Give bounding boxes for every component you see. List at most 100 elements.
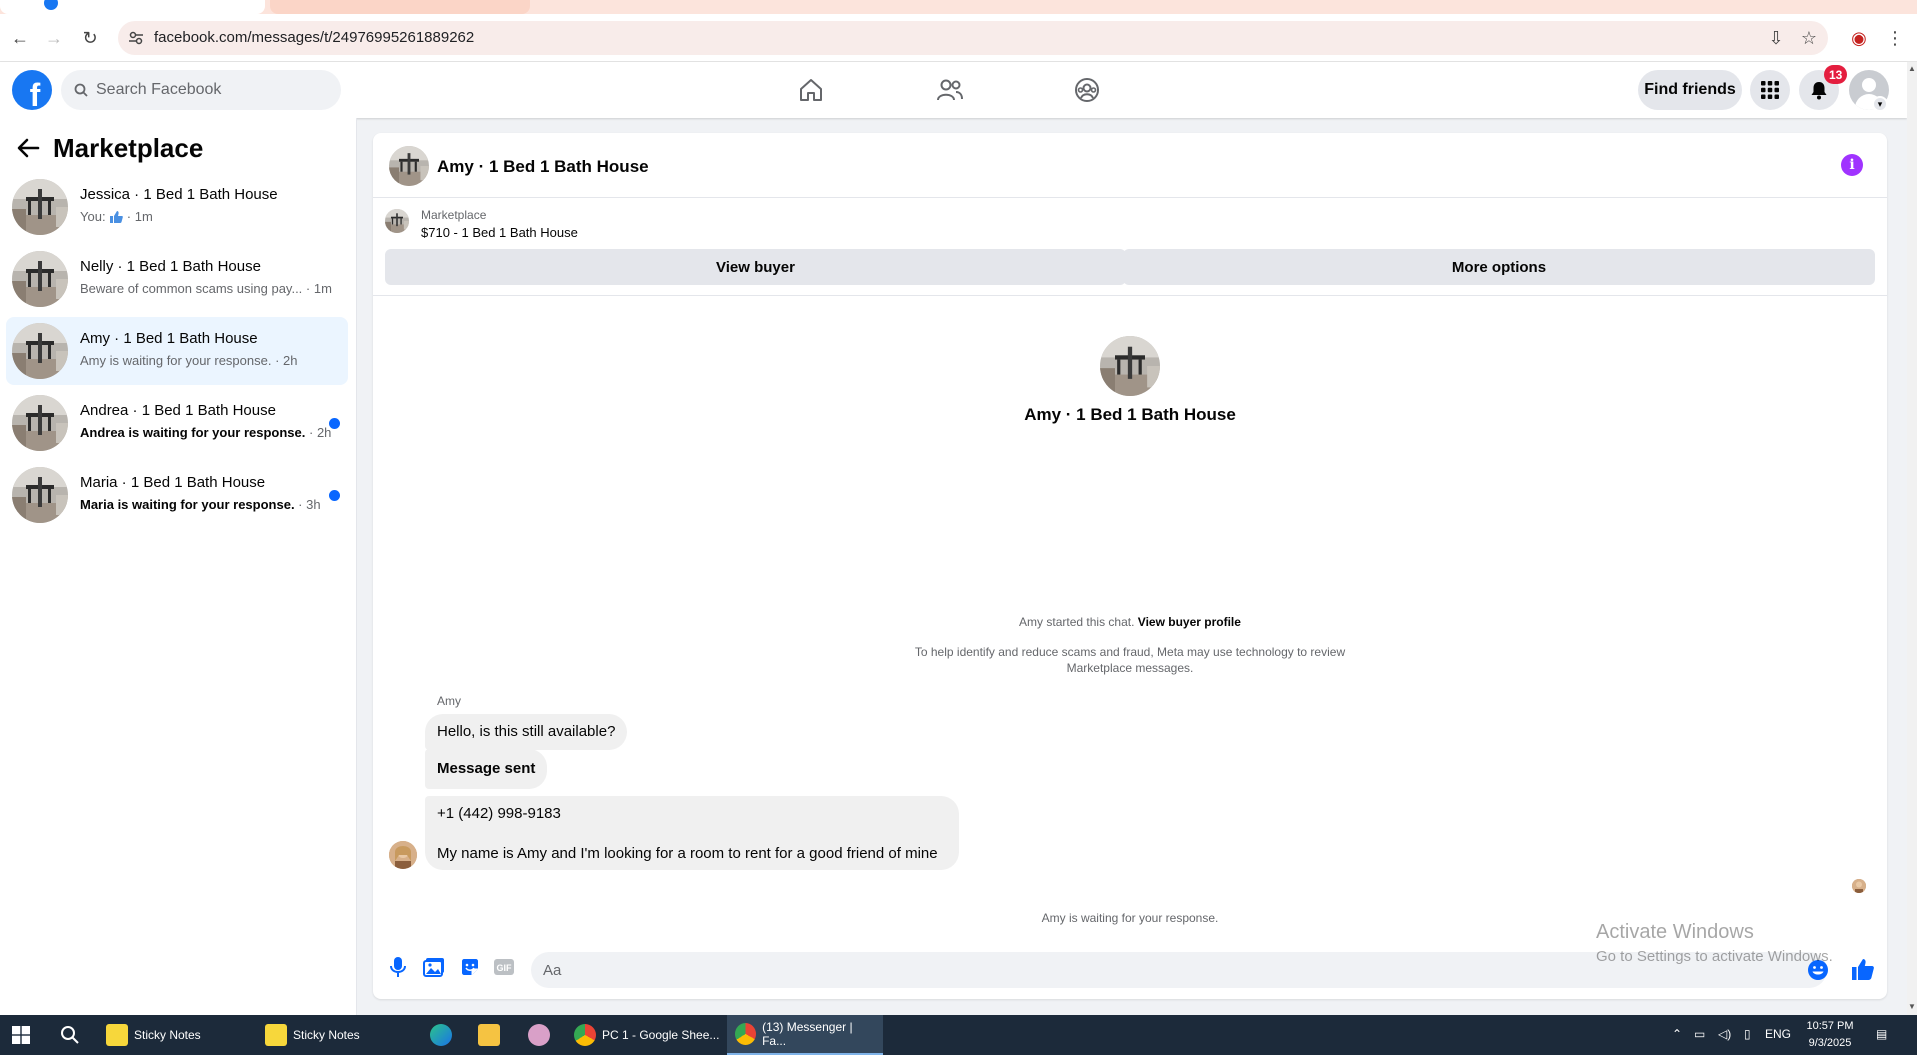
- sender-avatar[interactable]: [389, 841, 417, 869]
- friends-icon[interactable]: [932, 72, 968, 108]
- listing-price[interactable]: $710 - 1 Bed 1 Bath House: [421, 225, 578, 240]
- forward-icon[interactable]: →: [40, 24, 68, 52]
- message-bubble[interactable]: +1 (442) 998-9183 My name is Amy and I'm…: [425, 796, 959, 870]
- search-icon: [74, 83, 88, 97]
- notification-center-icon[interactable]: ▤: [1876, 1027, 1887, 1041]
- gif-icon[interactable]: GIF: [493, 956, 515, 978]
- message-line: My name is Amy and I'm looking for a roo…: [437, 845, 938, 862]
- chrome-icon: [735, 1023, 757, 1045]
- chat-panel: Amy · 1 Bed 1 Bath House i Marketplace $…: [373, 133, 1887, 999]
- view-buyer-profile-link[interactable]: View buyer profile: [1138, 615, 1241, 629]
- network-icon[interactable]: ▭: [1694, 1027, 1705, 1041]
- listing-thumbnail: [12, 323, 68, 379]
- conversation-item[interactable]: Jessica · 1 Bed 1 Bath House You: · 1m: [6, 173, 348, 241]
- taskbar-app-sticky-notes[interactable]: Sticky Notes: [106, 1015, 201, 1055]
- view-buyer-button[interactable]: View buyer: [385, 249, 1126, 285]
- conversation-item[interactable]: Andrea · 1 Bed 1 Bath House Andrea is wa…: [6, 389, 348, 457]
- groups-icon[interactable]: [1069, 72, 1105, 108]
- page-scrollbar[interactable]: ▲ ▼: [1907, 62, 1917, 1015]
- listing-thumbnail: [385, 209, 409, 233]
- taskbar-app-edge[interactable]: [430, 1015, 458, 1055]
- taskbar-app-file-explorer[interactable]: [478, 1015, 506, 1055]
- sender-name: Amy: [437, 694, 461, 708]
- bookmark-star-icon[interactable]: ☆: [1795, 24, 1823, 52]
- chat-avatar[interactable]: [389, 146, 429, 186]
- conversation-name: Jessica · 1 Bed 1 Bath House: [80, 186, 278, 203]
- conversation-name: Nelly · 1 Bed 1 Bath House: [80, 258, 261, 275]
- conversation-preview: Andrea is waiting for your response. · 2…: [80, 425, 332, 440]
- conversation-name: Maria · 1 Bed 1 Bath House: [80, 474, 266, 491]
- microphone-icon[interactable]: [387, 956, 409, 978]
- message-bubble[interactable]: Hello, is this still available?: [425, 714, 628, 750]
- listing-bar: Marketplace $710 - 1 Bed 1 Bath House Vi…: [373, 199, 1887, 296]
- menu-grid-icon[interactable]: [1750, 70, 1790, 110]
- profile-icon[interactable]: ◉: [1845, 24, 1873, 52]
- clock-time: 10:57 PM: [1806, 1020, 1854, 1032]
- browser-tab[interactable]: [270, 0, 530, 14]
- taskbar-app-paint[interactable]: [528, 1015, 556, 1055]
- windows-start-icon[interactable]: [12, 1026, 30, 1044]
- windows-taskbar: Sticky Notes Sticky Notes PC 1 - Google …: [0, 1015, 1917, 1055]
- clock-date: 9/3/2025: [1808, 1037, 1852, 1049]
- find-friends-button[interactable]: Find friends: [1638, 70, 1742, 110]
- address-bar[interactable]: facebook.com/messages/t/2497699526188926…: [118, 21, 1828, 55]
- back-arrow-icon[interactable]: [14, 136, 42, 160]
- thumbs-up-icon: [110, 211, 124, 223]
- profile-avatar[interactable]: [1100, 336, 1160, 396]
- sticky-notes-icon: [106, 1024, 128, 1046]
- scroll-down-icon[interactable]: ▼: [1908, 1002, 1916, 1011]
- install-app-icon[interactable]: ⇩: [1762, 24, 1790, 52]
- back-icon[interactable]: ←: [6, 24, 34, 52]
- taskbar-app-chrome-sheets[interactable]: PC 1 - Google Shee...: [574, 1015, 719, 1055]
- site-settings-icon[interactable]: [128, 30, 144, 46]
- taskbar-app-chrome-messenger[interactable]: (13) Messenger | Fa...: [727, 1015, 883, 1055]
- taskbar-clock[interactable]: 10:57 PM 9/3/2025: [1790, 1018, 1870, 1052]
- browser-tab[interactable]: [0, 0, 265, 14]
- chat-title[interactable]: Amy · 1 Bed 1 Bath House: [437, 157, 649, 177]
- conversation-preview: Beware of common scams using pay... · 1m: [80, 281, 332, 296]
- taskbar-app-sticky-notes[interactable]: Sticky Notes: [265, 1015, 360, 1055]
- listing-thumbnail: [12, 251, 68, 307]
- info-icon[interactable]: i: [1841, 154, 1863, 176]
- url-text[interactable]: facebook.com/messages/t/2497699526188926…: [154, 29, 474, 46]
- browser-tabstrip: [0, 0, 1917, 14]
- tray-chevron-up-icon[interactable]: ⌃: [1672, 1027, 1682, 1041]
- listing-source: Marketplace: [421, 208, 487, 222]
- like-thumbs-up-icon[interactable]: [1851, 957, 1875, 981]
- battery-icon[interactable]: ▯: [1744, 1027, 1751, 1041]
- edge-icon: [430, 1024, 452, 1046]
- reload-icon[interactable]: ↻: [76, 24, 104, 52]
- conversation-item[interactable]: Maria · 1 Bed 1 Bath House Maria is wait…: [6, 461, 348, 529]
- chat-header: Amy · 1 Bed 1 Bath House i: [373, 133, 1887, 198]
- facebook-logo[interactable]: f: [12, 70, 52, 110]
- seen-avatar: [1852, 879, 1866, 893]
- notification-badge: 13: [1824, 65, 1848, 84]
- sticky-notes-icon: [265, 1024, 287, 1046]
- svg-text:GIF: GIF: [497, 963, 513, 973]
- profile-name: Amy · 1 Bed 1 Bath House: [1024, 405, 1236, 424]
- listing-thumbnail: [12, 179, 68, 235]
- home-icon[interactable]: [793, 72, 829, 108]
- conversation-preview: Maria is waiting for your response. · 3h: [80, 497, 321, 512]
- message-bubble[interactable]: Message sent: [425, 749, 548, 789]
- volume-icon[interactable]: ◁): [1718, 1027, 1731, 1041]
- photo-icon[interactable]: [423, 956, 445, 978]
- paint-icon: [528, 1024, 550, 1046]
- language-indicator[interactable]: ENG: [1765, 1027, 1791, 1041]
- chrome-menu-icon[interactable]: ⋮: [1881, 24, 1909, 52]
- conversation-item-active[interactable]: Amy · 1 Bed 1 Bath House Amy is waiting …: [6, 317, 348, 385]
- marketplace-sidebar: Marketplace Jessica · 1 Bed 1 Bath House…: [0, 118, 357, 1015]
- scroll-up-icon[interactable]: ▲: [1908, 64, 1916, 73]
- conversation-item[interactable]: Nelly · 1 Bed 1 Bath House Beware of com…: [6, 245, 348, 313]
- chevron-down-icon[interactable]: ▾: [1872, 96, 1888, 112]
- facebook-header: f Find friends 13 ▾: [0, 62, 1907, 118]
- listing-thumbnail: [12, 467, 68, 523]
- browser-toolbar: ← → ↻ facebook.com/messages/t/2497699526…: [0, 14, 1917, 62]
- search-box[interactable]: [61, 70, 341, 110]
- taskbar-search-icon[interactable]: [60, 1025, 80, 1045]
- activate-windows-watermark: Activate Windows Go to Settings to activ…: [1596, 921, 1833, 965]
- sticker-icon[interactable]: [459, 956, 481, 978]
- search-input[interactable]: [96, 70, 326, 110]
- more-options-button[interactable]: More options: [1123, 249, 1875, 285]
- conversation-preview: You: · 1m: [80, 209, 153, 224]
